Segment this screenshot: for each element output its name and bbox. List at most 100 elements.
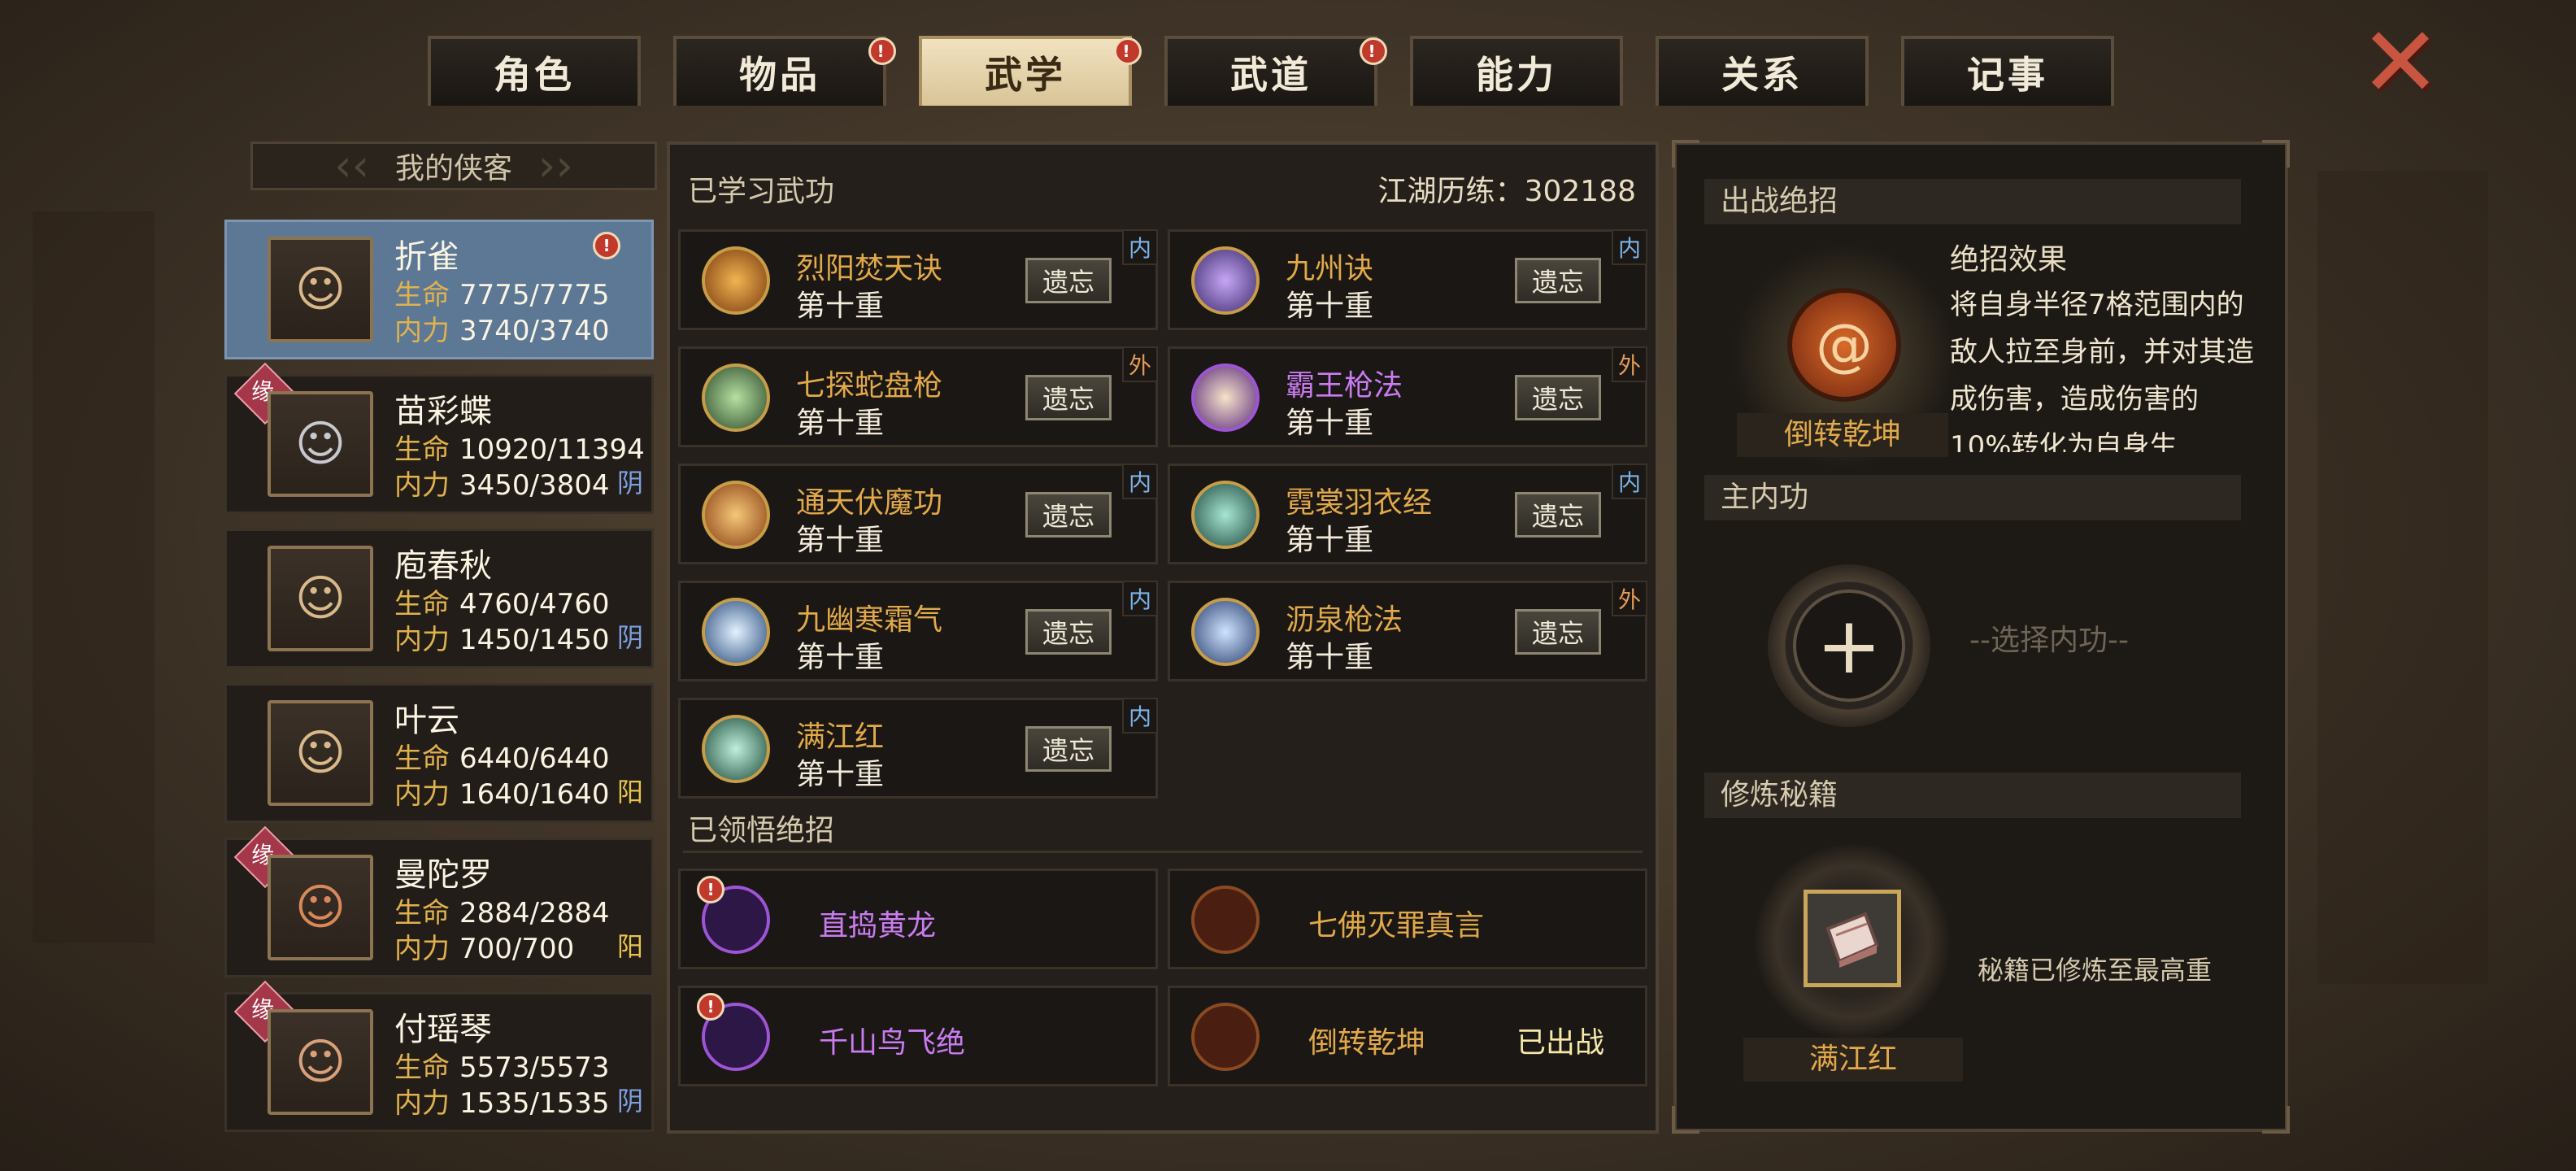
skill-level: 第十重 (1286, 407, 1374, 440)
book-icon (1804, 890, 1901, 987)
book-slot[interactable] (1755, 844, 1950, 1039)
hero-card[interactable]: ☺ 叶云 生命 6440/6440 内力 1640/1640 阳 (224, 683, 654, 823)
skill-card[interactable]: 满江红 第十重 遗忘 内 (678, 698, 1158, 799)
forget-button[interactable]: 遗忘 (1025, 492, 1112, 538)
external-type-badge: 外 (1612, 581, 1647, 616)
hero-name: 曼陀罗 (394, 856, 492, 894)
mp-value: 3740/3740 (459, 315, 610, 347)
chevron-left-icon: ‹‹ (334, 140, 370, 191)
hero-card[interactable]: 缘 ☺ 付瑶琴 生命 5573/5573 内力 1535/1535 阴 (224, 980, 654, 1132)
panel-corner (2262, 140, 2290, 168)
skill-level: 第十重 (796, 407, 885, 440)
hero-card[interactable]: 缘 ☺ 曼陀罗 生命 2884/2884 内力 700/700 阳 (224, 825, 654, 977)
mp-label: 内力 (394, 624, 450, 656)
skill-card[interactable]: 通天伏魔功 第十重 遗忘 内 (678, 464, 1158, 564)
skill-icon (1191, 598, 1260, 666)
forget-button[interactable]: 遗忘 (1025, 609, 1112, 655)
tab-label: 角色 (494, 53, 575, 97)
skill-icon (1191, 363, 1260, 432)
close-icon[interactable]: ✕ (2358, 15, 2443, 112)
forget-button[interactable]: 遗忘 (1515, 258, 1601, 303)
skill-card[interactable]: 九幽寒霜气 第十重 遗忘 内 (678, 581, 1158, 681)
skill-name: 霓裳羽衣经 (1286, 486, 1433, 520)
forget-button[interactable]: 遗忘 (1515, 609, 1601, 655)
skill-card[interactable]: 烈阳焚天诀 第十重 遗忘 内 (678, 229, 1158, 330)
tab-role[interactable]: 角色 (428, 36, 641, 106)
tab-items[interactable]: 物品 ! (673, 36, 896, 106)
skill-icon (1191, 246, 1260, 315)
tab-relations[interactable]: 关系 (1656, 36, 1869, 106)
hero-hp: 生命 5573/5573 (394, 1045, 610, 1085)
hp-value: 2884/2884 (459, 897, 610, 929)
skill-name: 烈阳焚天诀 (796, 252, 943, 285)
hero-mp: 内力 3450/3804 (394, 463, 610, 503)
hero-card[interactable]: ☺ 庖春秋 生命 4760/4760 内力 1450/1450 阴 (224, 529, 654, 668)
tab-label: 能力 (1476, 53, 1557, 97)
mp-label: 内力 (394, 1087, 450, 1120)
hp-value: 5573/5573 (459, 1051, 610, 1084)
effect-text: 将自身半径7格范围内的敌人拉至身前，并对其造成伤害，造成伤害的10%转化为自身生 (1950, 289, 2254, 452)
spiral-icon[interactable]: @ (1787, 288, 1901, 402)
deployed-status: 已出战 (1516, 1026, 1604, 1060)
mp-label: 内力 (394, 469, 450, 502)
book-max-note: 秘籍已修炼至最高重 (1978, 955, 2213, 986)
avatar: ☺ (294, 570, 346, 627)
hp-value: 4760/4760 (459, 588, 610, 620)
cultivate-book-header: 修炼秘籍 (1704, 773, 2241, 818)
hero-portrait: ☺ (268, 1009, 373, 1115)
hero-mp: 内力 700/700 (394, 926, 574, 966)
tab-abilities[interactable]: 能力 (1410, 36, 1623, 106)
skill-level: 第十重 (1286, 641, 1374, 674)
hero-card[interactable]: 缘 ☺ 苗彩蝶 生命 10920/11394 内力 3450/3804 阴 (224, 362, 654, 514)
divider (683, 851, 1643, 853)
hero-name: 苗彩蝶 (394, 393, 492, 430)
background-pillar (2317, 171, 2488, 984)
forget-button[interactable]: 遗忘 (1515, 492, 1601, 538)
hero-card[interactable]: ☺ 折雀 生命 7775/7775 内力 3740/3740 ! (224, 220, 654, 359)
jianghu-experience: 江湖历练：302188 (1378, 168, 1636, 210)
skill-level: 第十重 (796, 758, 885, 791)
hero-hp: 生命 4760/4760 (394, 581, 610, 621)
ultimate-card[interactable]: ! 千山鸟飞绝 (678, 986, 1158, 1086)
hero-name: 叶云 (394, 702, 459, 739)
ultimate-card[interactable]: 七佛灭罪真言 (1168, 868, 1647, 969)
chevron-right-icon: ›› (537, 140, 573, 191)
alignment-badge: 阴 (616, 468, 643, 498)
skill-level: 第十重 (796, 641, 885, 674)
tab-martial-way[interactable]: 武道 ! (1164, 36, 1387, 106)
skill-card[interactable]: 九州诀 第十重 遗忘 内 (1168, 229, 1647, 330)
tab-journal[interactable]: 记事 (1901, 36, 2114, 106)
learned-skills-title: 已学习武功 (688, 175, 835, 208)
hero-mp: 内力 1450/1450 (394, 617, 610, 657)
forget-button[interactable]: 遗忘 (1515, 375, 1601, 420)
background-pillar (33, 211, 154, 943)
hero-portrait: ☺ (268, 391, 373, 497)
experience-label: 江湖历练： (1377, 175, 1525, 208)
hero-portrait: ☺ (268, 546, 373, 651)
forget-button[interactable]: 遗忘 (1025, 726, 1112, 772)
skill-icon (702, 715, 770, 783)
forget-button[interactable]: 遗忘 (1025, 258, 1112, 303)
forget-button[interactable]: 遗忘 (1025, 375, 1112, 420)
mp-value: 1535/1535 (459, 1087, 610, 1120)
avatar: ☺ (294, 416, 346, 472)
hp-label: 生命 (394, 1051, 450, 1084)
skill-card[interactable]: 霸王枪法 第十重 遗忘 外 (1168, 346, 1647, 447)
skill-card[interactable]: 霓裳羽衣经 第十重 遗忘 内 (1168, 464, 1647, 564)
tab-label: 记事 (1967, 53, 2048, 97)
plus-icon: + (1793, 590, 1905, 702)
hp-value: 6440/6440 (459, 742, 610, 775)
select-neigong-slot[interactable]: + (1768, 564, 1930, 727)
mp-label: 内力 (394, 315, 450, 347)
skill-icon (702, 481, 770, 549)
ultimate-card[interactable]: ! 直捣黄龙 (678, 868, 1158, 969)
select-neigong-hint[interactable]: --选择内功-- (1969, 616, 2129, 659)
ultimate-card[interactable]: 倒转乾坤 已出战 (1168, 986, 1647, 1086)
skill-card[interactable]: 七探蛇盘枪 第十重 遗忘 外 (678, 346, 1158, 447)
skill-card[interactable]: 沥泉枪法 第十重 遗忘 外 (1168, 581, 1647, 681)
effect-title: 绝招效果 (1950, 243, 2068, 276)
ultimate-name: 七佛灭罪真言 (1308, 909, 1485, 942)
alert-badge: ! (1360, 37, 1387, 65)
hp-label: 生命 (394, 742, 450, 775)
tab-martial-arts[interactable]: 武学 ! (919, 36, 1142, 106)
